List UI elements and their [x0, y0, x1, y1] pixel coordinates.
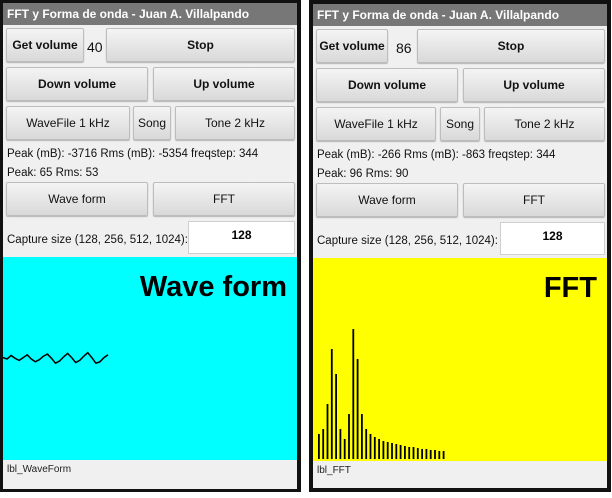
fft-bar	[421, 449, 423, 459]
waveform-button[interactable]: Wave form	[316, 183, 458, 217]
fft-bar	[322, 429, 325, 459]
down-volume-button[interactable]: Down volume	[6, 67, 148, 101]
fft-bar	[361, 414, 363, 459]
peak-db-readout: Peak (mB): -266 Rms (mB): -863 freqstep:…	[317, 149, 556, 161]
fft-label: lbl_FFT	[317, 465, 351, 476]
app-title: FFT y Forma de onda - Juan A. Villalpand…	[313, 4, 607, 26]
up-volume-button[interactable]: Up volume	[463, 68, 605, 102]
fft-bar	[386, 442, 389, 459]
fft-bar	[343, 439, 346, 459]
fft-canvas: FFT	[313, 258, 607, 461]
canvas-heading: Wave form	[139, 271, 287, 303]
fft-bar	[348, 414, 350, 459]
fft-button[interactable]: FFT	[463, 183, 605, 217]
fft-bar	[391, 443, 393, 459]
capture-size-input[interactable]: 128	[188, 221, 295, 254]
fft-bar	[330, 349, 333, 459]
left-phone-screen: FFT y Forma de onda - Juan A. Villalpand…	[0, 0, 301, 492]
waveform-line	[3, 351, 109, 365]
fft-bar	[425, 449, 428, 459]
fft-bar	[399, 445, 402, 459]
get-volume-button[interactable]: Get volume	[6, 28, 84, 62]
wavefile-button[interactable]: WaveFile 1 kHz	[6, 106, 130, 140]
down-volume-button[interactable]: Down volume	[316, 68, 458, 102]
app-title: FFT y Forma de onda - Juan A. Villalpand…	[3, 3, 297, 25]
waveform-canvas: Wave form	[3, 257, 297, 460]
fft-bar	[382, 441, 385, 459]
canvas-heading: FFT	[543, 272, 597, 304]
peak-readout: Peak: 96 Rms: 90	[317, 168, 409, 180]
fft-bar	[352, 329, 355, 459]
right-phone-screen: FFT y Forma de onda - Juan A. Villalpand…	[309, 0, 611, 492]
capture-size-label: Capture size (128, 256, 512, 1024):	[317, 235, 498, 247]
fft-bar	[416, 448, 419, 459]
fft-bar	[335, 374, 337, 459]
fft-bar	[434, 450, 436, 459]
fft-bar	[365, 429, 368, 459]
fft-bar	[373, 437, 376, 459]
fft-bar	[412, 447, 415, 459]
waveform-label: lbl_WaveForm	[7, 464, 72, 475]
fft-button[interactable]: FFT	[153, 182, 295, 216]
song-button[interactable]: Song	[133, 106, 171, 140]
fft-bar	[378, 439, 380, 459]
fft-bar	[356, 359, 359, 459]
tone-button[interactable]: Tone 2 kHz	[484, 107, 605, 141]
peak-readout: Peak: 65 Rms: 53	[7, 167, 99, 179]
fft-bar	[408, 447, 411, 459]
stop-button[interactable]: Stop	[106, 28, 295, 62]
fft-bar	[404, 446, 406, 459]
volume-value: 86	[396, 40, 412, 56]
capture-size-label: Capture size (128, 256, 512, 1024):	[7, 234, 188, 246]
fft-bar	[438, 451, 441, 459]
wavefile-button[interactable]: WaveFile 1 kHz	[316, 107, 436, 141]
up-volume-button[interactable]: Up volume	[153, 67, 295, 101]
volume-value: 40	[87, 39, 103, 55]
song-button[interactable]: Song	[440, 107, 480, 141]
get-volume-button[interactable]: Get volume	[316, 29, 388, 63]
tone-button[interactable]: Tone 2 kHz	[175, 106, 295, 140]
fft-bar	[442, 451, 445, 459]
fft-bar	[369, 434, 372, 459]
fft-bar	[339, 429, 342, 459]
capture-size-input[interactable]: 128	[500, 222, 605, 255]
waveform-button[interactable]: Wave form	[6, 182, 148, 216]
stop-button[interactable]: Stop	[417, 29, 605, 63]
fft-bar	[429, 450, 432, 459]
fft-bar	[318, 434, 320, 459]
peak-db-readout: Peak (mB): -3716 Rms (mB): -5354 freqste…	[7, 148, 259, 160]
fft-bar	[395, 444, 398, 459]
fft-bar	[326, 404, 329, 459]
